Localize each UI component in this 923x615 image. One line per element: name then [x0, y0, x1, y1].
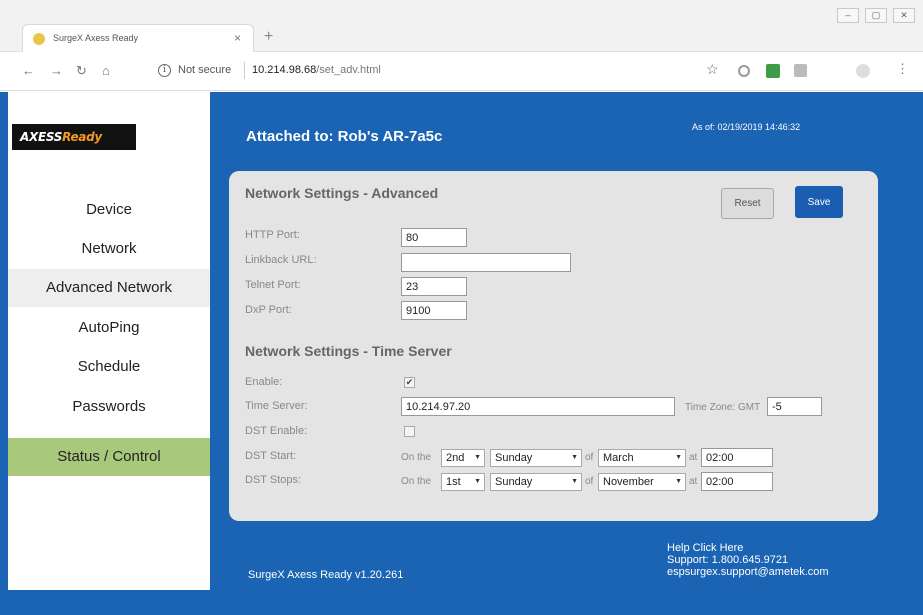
save-button[interactable]: Save — [795, 186, 843, 218]
http-port-input[interactable] — [401, 228, 467, 247]
time-zone-input[interactable] — [767, 397, 822, 416]
extension-grey-icon[interactable] — [794, 64, 807, 77]
close-window-icon[interactable]: ✕ — [893, 8, 915, 23]
version-label: SurgeX Axess Ready v1.20.261 — [248, 569, 404, 581]
linkback-url-input[interactable] — [401, 253, 571, 272]
dst-stop-on-the: On the — [401, 476, 432, 487]
dst-start-day-value: Sunday — [495, 452, 533, 464]
tab-title: SurgeX Axess Ready — [53, 33, 139, 43]
dst-stop-month-value: November — [603, 476, 654, 488]
dst-stop-at: at — [689, 476, 698, 487]
dst-stop-month-select[interactable]: November ▼ — [598, 473, 686, 491]
axess-ready-logo: AXESSReady — [12, 124, 136, 150]
minimize-icon[interactable]: – — [837, 8, 859, 23]
sidebar-item-schedule[interactable]: Schedule — [8, 348, 210, 386]
url-path: /set_adv.html — [316, 64, 381, 76]
home-icon[interactable]: ⌂ — [102, 63, 110, 78]
dst-start-of: of — [585, 452, 594, 463]
dst-start-week-value: 2nd — [446, 452, 465, 464]
support-phone: Support: 1.800.645.9721 — [667, 554, 789, 566]
dst-stop-week-select[interactable]: 1st ▼ — [441, 473, 485, 491]
logo-text: AXESSReady — [20, 130, 102, 144]
extension-green-icon[interactable] — [766, 64, 780, 78]
enable-checkbox[interactable]: ✔ — [404, 377, 415, 388]
dxp-port-label: DxP Port: — [245, 304, 292, 316]
settings-panel: Network Settings - Advanced Reset Save H… — [229, 171, 878, 521]
help-block: Help Click Here Support: 1.800.645.9721 … — [667, 542, 829, 578]
window-controls: – ▢ ✕ — [837, 8, 915, 23]
dst-enable-label: DST Enable: — [245, 425, 308, 437]
dst-start-at: at — [689, 452, 698, 463]
dst-start-week-select[interactable]: 2nd ▼ — [441, 449, 485, 467]
logo-accent: Ready — [62, 130, 102, 144]
bookmark-star-icon[interactable]: ☆ — [706, 61, 719, 78]
url-host: 10.214.98.68 — [252, 64, 317, 76]
dst-start-month-value: March — [603, 452, 634, 464]
address-separator — [244, 62, 245, 79]
menu-kebab-icon[interactable]: ⋮ — [896, 61, 909, 77]
telnet-port-label: Telnet Port: — [245, 279, 301, 291]
sidebar-item-network[interactable]: Network — [8, 230, 210, 268]
telnet-port-input[interactable] — [401, 277, 467, 296]
sidebar-item-advanced-network[interactable]: Advanced Network — [8, 269, 210, 307]
dst-stop-of: of — [585, 476, 594, 487]
sidebar-item-device[interactable]: Device — [8, 191, 210, 229]
dst-enable-checkbox[interactable] — [404, 426, 415, 437]
dst-start-time-input[interactable] — [701, 448, 773, 467]
browser-tab[interactable]: SurgeX Axess Ready × — [22, 24, 254, 53]
dst-stops-label: DST Stops: — [245, 474, 302, 486]
dst-start-on-the: On the — [401, 452, 432, 463]
attached-device-title: Attached to: Rob's AR-7a5c — [246, 128, 443, 145]
chevron-down-icon: ▼ — [571, 454, 578, 461]
reload-icon[interactable]: ↻ — [76, 63, 87, 79]
http-port-label: HTTP Port: — [245, 229, 300, 241]
info-icon[interactable]: i — [158, 64, 171, 77]
not-secure-label[interactable]: Not secure — [178, 64, 231, 76]
sidebar-item-autoping[interactable]: AutoPing — [8, 309, 210, 347]
dst-stop-day-select[interactable]: Sunday ▼ — [490, 473, 582, 491]
time-server-section-title: Network Settings - Time Server — [245, 343, 452, 359]
status-control-button[interactable]: Status / Control — [8, 438, 210, 476]
time-server-label: Time Server: — [245, 400, 308, 412]
url-field[interactable]: 10.214.98.68/set_adv.html — [252, 64, 381, 76]
as-of-timestamp: As of: 02/19/2019 14:46:32 — [692, 122, 801, 132]
linkback-url-label: Linkback URL: — [245, 254, 317, 266]
reset-button[interactable]: Reset — [721, 188, 774, 219]
help-link[interactable]: Help Click Here — [667, 542, 829, 554]
dst-stop-week-value: 1st — [446, 476, 461, 488]
profile-icon[interactable] — [856, 64, 870, 78]
support-email-link[interactable]: espsurgex.support@ametek.com — [667, 566, 829, 578]
browser-tab-bar: SurgeX Axess Ready × + – ▢ ✕ — [0, 0, 923, 53]
favicon-icon — [33, 33, 45, 45]
advanced-section-title: Network Settings - Advanced — [245, 185, 439, 201]
time-server-input[interactable] — [401, 397, 675, 416]
chevron-down-icon: ▼ — [675, 478, 682, 485]
back-icon[interactable]: ← — [22, 63, 35, 78]
extension-circle-icon[interactable] — [738, 65, 750, 77]
dst-stop-time-input[interactable] — [701, 472, 773, 491]
address-bar: ← → ↻ ⌂ i Not secure 10.214.98.68/set_ad… — [0, 52, 923, 91]
forward-icon[interactable]: → — [50, 63, 63, 78]
dst-start-label: DST Start: — [245, 450, 297, 462]
chevron-down-icon: ▼ — [571, 478, 578, 485]
logo-main: AXESS — [20, 130, 63, 144]
chevron-down-icon: ▼ — [474, 454, 481, 461]
dst-start-day-select[interactable]: Sunday ▼ — [490, 449, 582, 467]
dst-stop-day-value: Sunday — [495, 476, 533, 488]
close-tab-icon[interactable]: × — [234, 31, 241, 45]
enable-label: Enable: — [245, 376, 283, 388]
chevron-down-icon: ▼ — [474, 478, 481, 485]
maximize-icon[interactable]: ▢ — [865, 8, 887, 23]
dst-start-month-select[interactable]: March ▼ — [598, 449, 686, 467]
chevron-down-icon: ▼ — [675, 454, 682, 461]
time-zone-label: Time Zone: GMT — [685, 402, 761, 413]
new-tab-icon[interactable]: + — [264, 28, 273, 46]
page-content: AXESSReady Device Network Advanced Netwo… — [0, 92, 923, 615]
sidebar: AXESSReady Device Network Advanced Netwo… — [8, 92, 210, 590]
dxp-port-input[interactable] — [401, 301, 467, 320]
sidebar-item-passwords[interactable]: Passwords — [8, 388, 210, 426]
